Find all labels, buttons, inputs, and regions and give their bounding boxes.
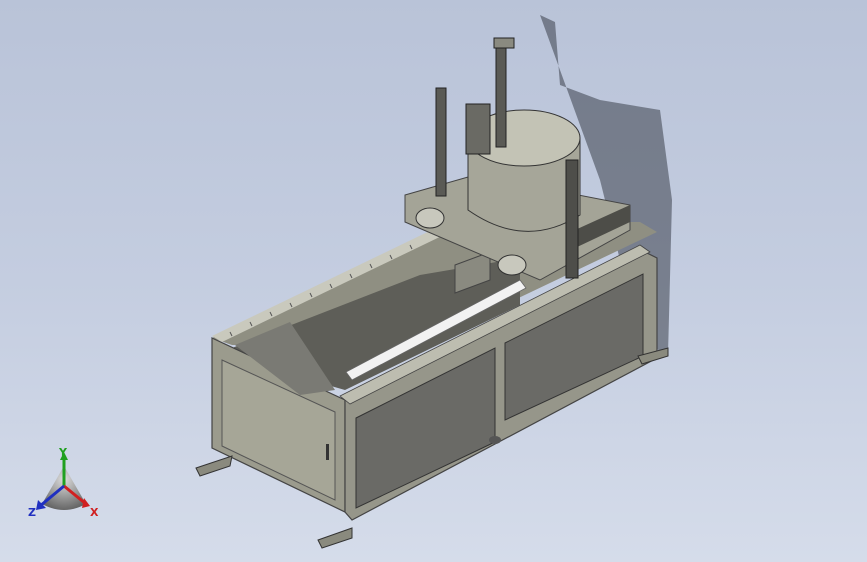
upright-top-cap bbox=[493, 37, 515, 49]
upright-back bbox=[495, 41, 507, 148]
door-handle bbox=[326, 444, 329, 460]
back-column bbox=[465, 103, 491, 155]
z-axis-label: Z bbox=[28, 506, 36, 519]
machine-model[interactable] bbox=[0, 0, 867, 562]
x-axis-label: X bbox=[90, 506, 99, 519]
upright-left bbox=[435, 87, 447, 197]
roller-right bbox=[497, 254, 527, 276]
foot-front-left bbox=[195, 455, 233, 477]
graphics-viewport[interactable]: Y X Z bbox=[0, 0, 867, 562]
roller-left bbox=[415, 207, 445, 229]
foot-leveler bbox=[489, 436, 501, 444]
upright-front bbox=[565, 159, 579, 279]
foot-front bbox=[317, 527, 353, 549]
y-axis-label: Y bbox=[58, 446, 68, 459]
coordinate-triad: Y X Z bbox=[28, 446, 99, 519]
